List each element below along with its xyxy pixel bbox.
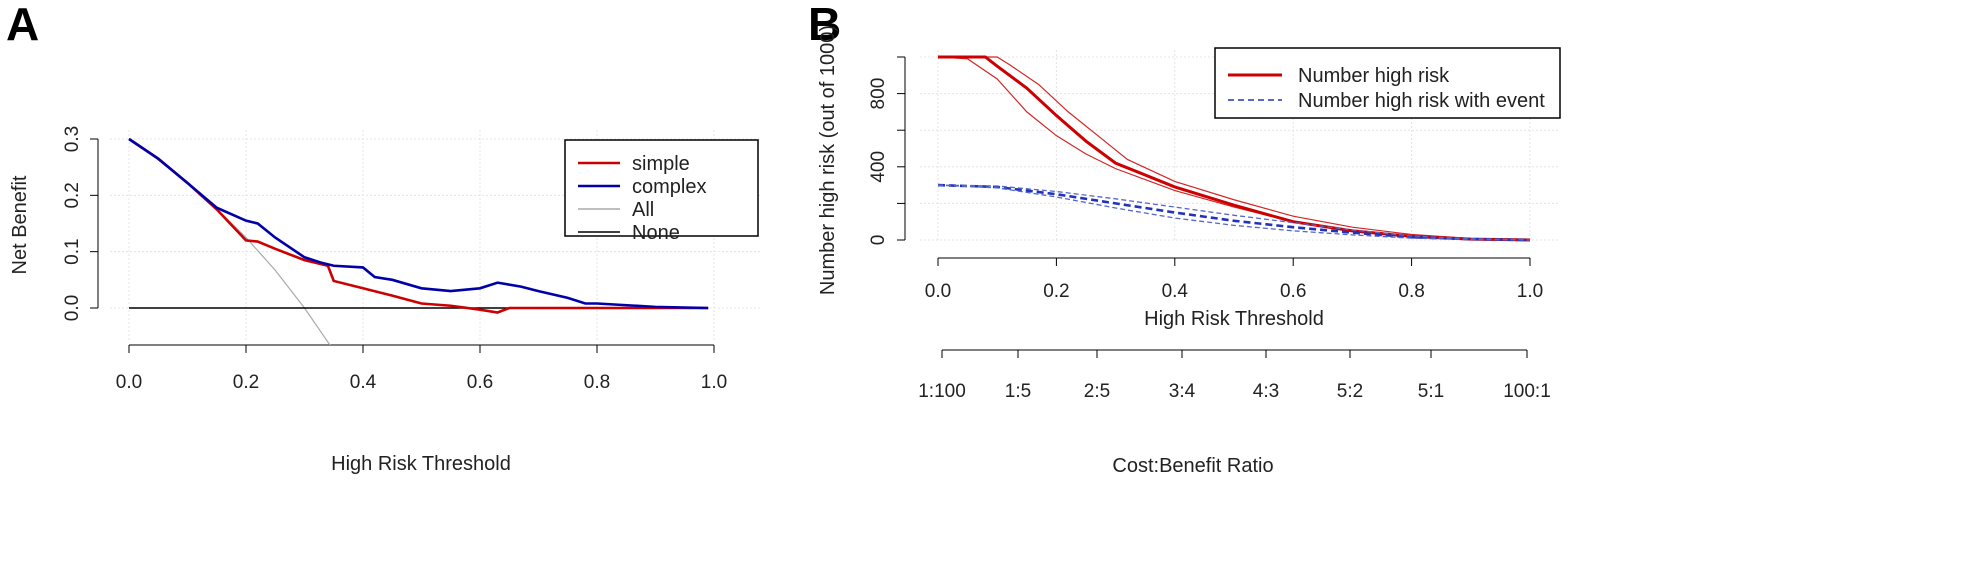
- b-x-tick-label: 0.6: [1280, 281, 1306, 302]
- b-series-line-3: [937, 183, 1531, 242]
- b-x-tick-label: 0.2: [1043, 281, 1069, 302]
- b-x2-tick-label: 5:1: [1418, 381, 1444, 402]
- b-x2-tick-label: 5:2: [1337, 381, 1363, 402]
- a-legend-label: complex: [632, 176, 706, 198]
- a-x-tick-label: 0.4: [350, 372, 377, 393]
- a-legend-label: None: [632, 222, 680, 244]
- b-x-tick-label: 0.8: [1398, 281, 1424, 302]
- figure: A B High Risk Threshold Net Benefit High…: [0, 0, 1965, 577]
- a-y-tick-label: 0.3: [62, 126, 83, 152]
- b-y-tick-label: 0: [868, 235, 889, 246]
- a-x-tick-label: 1.0: [701, 372, 727, 393]
- a-y-tick-label: 0.2: [62, 182, 83, 208]
- b-y-tick-label: 400: [868, 151, 889, 183]
- b-x2-tick-label: 3:4: [1169, 381, 1196, 402]
- b-legend-label: Number high risk with event: [1298, 90, 1545, 112]
- b-x-axis-label: High Risk Threshold: [1144, 308, 1324, 330]
- panel-label-a: A: [6, 0, 39, 50]
- a-series-line-all: [128, 138, 331, 345]
- b-x-tick-label: 1.0: [1517, 281, 1543, 302]
- a-x-axis-label: High Risk Threshold: [331, 453, 511, 475]
- b-x2-axis-label: Cost:Benefit Ratio: [1112, 455, 1273, 477]
- a-y-axis-label: Net Benefit: [9, 175, 31, 274]
- a-y-tick-label: 0.0: [62, 295, 83, 321]
- a-x-tick-label: 0.0: [116, 372, 142, 393]
- b-x-tick-label: 0.4: [1162, 281, 1189, 302]
- b-x2-tick-label: 100:1: [1503, 381, 1551, 402]
- b-y-tick-label: 800: [868, 78, 889, 110]
- b-x-tick-label: 0.0: [925, 281, 951, 302]
- b-series-line-4: [937, 184, 1531, 241]
- b-legend-label: Number high risk: [1298, 65, 1450, 87]
- b-x2-tick-label: 2:5: [1084, 381, 1110, 402]
- b-x2-tick-label: 1:100: [918, 381, 966, 402]
- b-x2-tick-label: 4:3: [1253, 381, 1279, 402]
- b-y-axis-label: Number high risk (out of 1000): [817, 25, 839, 295]
- b-x2-tick-label: 1:5: [1005, 381, 1031, 402]
- a-x-tick-label: 0.2: [233, 372, 259, 393]
- a-legend-label: simple: [632, 153, 690, 175]
- a-legend-label: All: [632, 199, 654, 221]
- chart-canvas: A B High Risk Threshold Net Benefit High…: [6, 0, 1561, 477]
- a-x-tick-label: 0.8: [584, 372, 610, 393]
- plot-layer: 0.0 0.2 0.4 0.6 0.8 1.0 0.0 0.1 0.2 0.3 simplecomp…: [62, 47, 1561, 402]
- a-x-tick-label: 0.6: [467, 372, 493, 393]
- a-y-tick-label: 0.1: [62, 238, 83, 264]
- b-series-line-5: [937, 184, 1531, 241]
